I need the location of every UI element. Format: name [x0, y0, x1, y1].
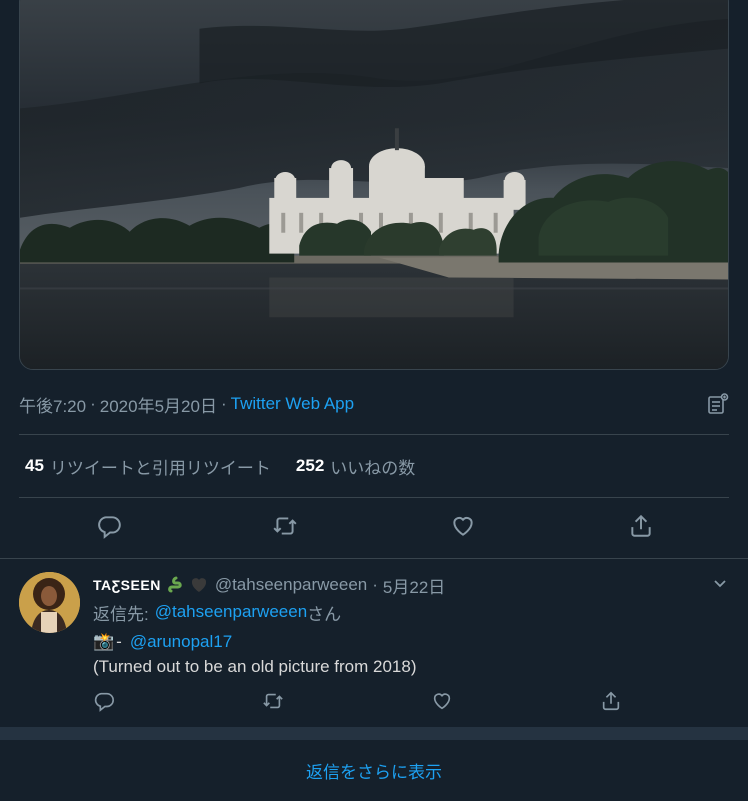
- reply-to-mention[interactable]: @tahseenparweeen: [155, 602, 307, 622]
- likes-stat[interactable]: 252 いいねの数: [296, 454, 415, 479]
- chevron-down-icon[interactable]: [710, 574, 730, 594]
- camera-emoji-icon: 📸: [93, 632, 115, 651]
- retweets-label: リツイートと引用リツイート: [49, 458, 271, 478]
- tweet-date[interactable]: 2020年5月20日: [100, 392, 217, 417]
- likes-count: 252: [295, 456, 325, 475]
- reply-to-suffix: さん: [307, 604, 342, 624]
- divider: [19, 497, 729, 498]
- reply-header: TAƸSEEN @tahseenparweeen · 5月22日: [93, 573, 445, 597]
- tweet-detail-page: 午後7:20 · 2020年5月20日 · Twitter Web App 45…: [0, 0, 748, 801]
- avatar[interactable]: [19, 572, 80, 633]
- tweet-stats: 45 リツイートと引用リツイート 252 いいねの数: [25, 454, 440, 478]
- reply-icon[interactable]: [95, 512, 123, 540]
- retweet-icon[interactable]: [262, 690, 286, 714]
- reply-date[interactable]: 5月22日: [383, 573, 445, 598]
- reply-action-bar: [0, 690, 748, 716]
- likes-label: いいねの数: [330, 458, 416, 478]
- replying-to: 返信先: @tahseenparweeen さん: [93, 600, 341, 624]
- meta-separator: ·: [90, 394, 96, 413]
- retweets-stat[interactable]: 45 リツイートと引用リツイート: [25, 454, 271, 479]
- reply-to-prefix: 返信先:: [93, 604, 149, 624]
- reply-display-name[interactable]: TAƸSEEN: [93, 577, 161, 593]
- like-icon[interactable]: [449, 512, 477, 540]
- like-icon[interactable]: [431, 690, 455, 714]
- reply-mention[interactable]: @arunopal17: [130, 632, 232, 652]
- name-emoji: [167, 575, 209, 595]
- reply-dash: -: [116, 632, 122, 651]
- tweet-timestamp: 午後7:20 · 2020年5月20日 · Twitter Web App: [19, 392, 354, 416]
- retweet-icon[interactable]: [271, 512, 299, 540]
- section-separator: [0, 727, 748, 740]
- tweet-photo[interactable]: [19, 0, 729, 370]
- retweets-count: 45: [25, 456, 44, 475]
- analytics-icon[interactable]: [706, 392, 730, 416]
- reply-text-line: 📸 - @arunopal17: [93, 630, 232, 654]
- share-icon[interactable]: [627, 512, 655, 540]
- share-icon[interactable]: [600, 690, 624, 714]
- divider: [19, 434, 729, 435]
- meta-separator: ·: [220, 394, 227, 413]
- snake-emoji-icon: [167, 576, 182, 593]
- tweet-source-link[interactable]: Twitter Web App: [231, 394, 354, 414]
- show-more-replies-button[interactable]: 返信をさらに表示: [0, 740, 748, 801]
- victoria-memorial-photo: [20, 0, 728, 369]
- reply-handle[interactable]: @tahseenparweeen: [215, 575, 367, 595]
- tweet-action-bar: [0, 512, 748, 544]
- divider: [0, 558, 748, 559]
- meta-separator: ·: [372, 575, 378, 594]
- reply-icon[interactable]: [93, 690, 117, 714]
- reply-text: (Turned out to be an old picture from 20…: [93, 657, 417, 676]
- tweet-time[interactable]: 午後7:20: [19, 392, 86, 417]
- black-heart-emoji-icon: [191, 578, 206, 592]
